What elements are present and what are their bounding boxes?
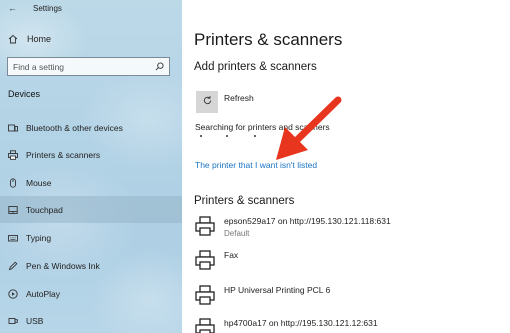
- home-icon: [8, 34, 18, 44]
- printer-icon: [195, 318, 215, 333]
- sidebar-item-bluetooth[interactable]: Bluetooth & other devices: [0, 114, 182, 141]
- main-content: Printers & scanners Add printers & scann…: [182, 0, 510, 333]
- searching-status: Searching for printers and scanners: [195, 122, 330, 132]
- mouse-icon: [8, 177, 18, 188]
- nav-home-label: Home: [27, 34, 52, 44]
- printer-item[interactable]: epson529a17 on http://195.130.121.118:63…: [194, 213, 494, 243]
- refresh-button[interactable]: [196, 91, 218, 113]
- printer-item[interactable]: Fax: [194, 247, 494, 277]
- sidebar-item-label: USB: [26, 315, 44, 326]
- keyboard-icon: [8, 233, 18, 243]
- sidebar-item-label: Pen & Windows Ink: [26, 260, 100, 271]
- sidebar-item-pen[interactable]: Pen & Windows Ink: [0, 252, 182, 279]
- sidebar-item-touchpad[interactable]: Touchpad: [0, 196, 182, 223]
- printer-name: Fax: [224, 250, 239, 260]
- printer-status: Default: [224, 229, 250, 238]
- title-bar: ← Settings: [8, 3, 62, 13]
- sidebar-item-mouse[interactable]: Mouse: [0, 169, 182, 196]
- printer-name: HP Universal Printing PCL 6: [224, 285, 331, 295]
- refresh-icon: [202, 93, 213, 111]
- sidebar-item-label: Mouse: [26, 177, 52, 188]
- page-title: Printers & scanners: [194, 30, 343, 49]
- search-icon[interactable]: [155, 62, 164, 71]
- sidebar-item-usb[interactable]: USB: [0, 307, 182, 333]
- bluetooth-devices-icon: [8, 123, 18, 133]
- autoplay-icon: [8, 288, 18, 299]
- window-title: Settings: [33, 3, 62, 13]
- sidebar-item-typing[interactable]: Typing: [0, 224, 182, 251]
- printer-icon: [195, 216, 215, 236]
- fax-icon: [195, 250, 215, 270]
- refresh-label[interactable]: Refresh: [224, 93, 254, 103]
- printer-name: epson529a17 on http://195.130.121.118:63…: [224, 216, 391, 226]
- printer-icon: [8, 149, 18, 160]
- sidebar-item-label: Touchpad: [26, 204, 63, 215]
- printer-item[interactable]: HP Universal Printing PCL 6: [194, 282, 494, 312]
- sidebar-item-label: AutoPlay: [26, 288, 61, 299]
- section-label-devices: Devices: [8, 89, 41, 99]
- printer-name: hp4700a17 on http://195.130.121.12:631: [224, 318, 378, 328]
- sidebar: ← Settings Home Devices Bluetooth & othe…: [0, 0, 182, 333]
- search-box[interactable]: [7, 57, 170, 76]
- printer-not-listed-link[interactable]: The printer that I want isn't listed: [195, 160, 317, 170]
- sidebar-item-label: Printers & scanners: [26, 149, 101, 160]
- sidebar-item-autoplay[interactable]: AutoPlay: [0, 280, 182, 307]
- usb-icon: [8, 316, 18, 326]
- back-arrow-icon[interactable]: ←: [8, 3, 17, 13]
- sidebar-item-label: Bluetooth & other devices: [26, 122, 123, 133]
- printers-list-heading: Printers & scanners: [194, 195, 295, 207]
- nav-home[interactable]: Home: [8, 34, 51, 44]
- touchpad-icon: [8, 205, 18, 215]
- printer-icon: [195, 285, 215, 305]
- search-input[interactable]: [13, 61, 153, 72]
- sidebar-item-printers[interactable]: Printers & scanners: [0, 141, 182, 168]
- printer-item[interactable]: hp4700a17 on http://195.130.121.12:631: [194, 315, 494, 333]
- pen-icon: [8, 261, 18, 271]
- add-printers-heading: Add printers & scanners: [194, 61, 317, 73]
- progress-indicator: [200, 135, 320, 139]
- sidebar-item-label: Typing: [26, 232, 52, 243]
